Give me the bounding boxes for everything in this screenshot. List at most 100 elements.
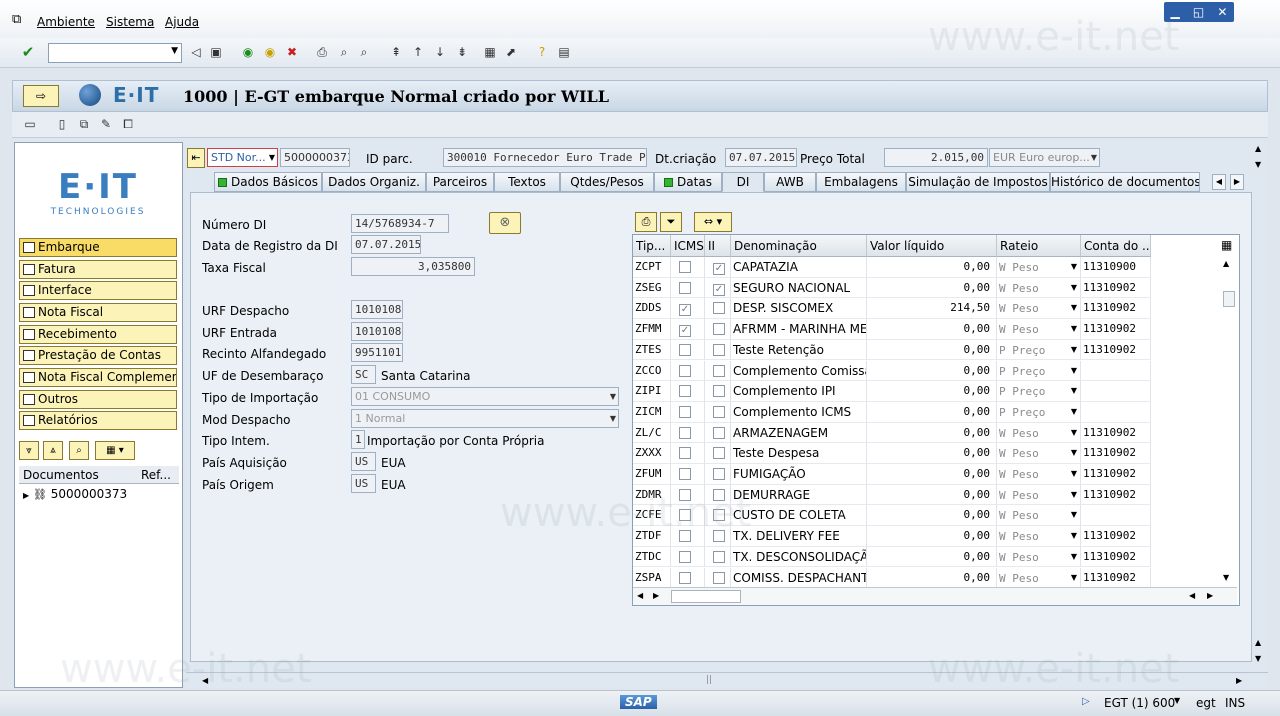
new-session-icon[interactable]: ▦ xyxy=(482,44,498,60)
status-toggle-icon[interactable]: ▷ xyxy=(1082,696,1090,707)
chevron-down-icon[interactable]: ▼ xyxy=(1071,505,1077,525)
new-document-icon[interactable]: ▯ xyxy=(54,116,70,132)
save-icon[interactable]: ▣ xyxy=(208,44,224,60)
cell-rateio[interactable]: W Peso ▼ xyxy=(997,546,1081,568)
nav-interface[interactable]: Interface xyxy=(19,281,177,300)
cell-tipo[interactable]: ZTES xyxy=(633,339,671,361)
cell-conta[interactable] xyxy=(1081,401,1151,423)
cell-conta[interactable]: 11310902 xyxy=(1081,339,1151,361)
grid-print-icon[interactable]: ⎙ xyxy=(635,212,657,232)
cell-ii[interactable] xyxy=(705,464,731,485)
tab-dados-basicos[interactable]: Dados Básicos xyxy=(214,172,322,192)
mod-despacho-select[interactable]: 1 Normal ▼ xyxy=(351,409,619,428)
back-arrow-icon[interactable]: ◁ xyxy=(188,44,204,60)
scroll-right-icon[interactable]: ▶ xyxy=(1207,591,1213,600)
cell-tipo[interactable]: ZL/C xyxy=(633,422,671,444)
chevron-down-icon[interactable]: ▼ xyxy=(1071,464,1077,484)
cell-denominacao[interactable]: FUMIGAÇÃO xyxy=(731,464,867,485)
app-menu-icon[interactable]: ⧉ xyxy=(12,12,21,27)
cell-denominacao[interactable]: SEGURO NACIONAL xyxy=(731,277,867,299)
cell-denominacao[interactable]: Teste Despesa xyxy=(731,443,867,464)
chevron-down-icon[interactable]: ▼ xyxy=(1071,278,1077,298)
menu-sistema[interactable]: Sistema xyxy=(106,15,154,29)
cell-valor-liquido[interactable]: 0,00 xyxy=(867,546,997,568)
scroll-thumb[interactable] xyxy=(1223,291,1235,307)
cell-valor-liquido[interactable]: 0,00 xyxy=(867,277,997,299)
cell-rateio[interactable]: W Peso ▼ xyxy=(997,484,1081,506)
main-hscroll[interactable]: ◀ || ▶ xyxy=(186,672,1268,688)
help-icon[interactable]: ? xyxy=(534,44,550,60)
icms-checkbox[interactable]: ✓ xyxy=(679,304,691,317)
header-toggle-icon[interactable]: ⇤ xyxy=(187,148,205,168)
cell-icms[interactable] xyxy=(671,277,705,299)
icms-checkbox[interactable] xyxy=(679,550,691,563)
cell-tipo[interactable]: ZCPT xyxy=(633,257,671,278)
ii-checkbox[interactable]: ✓ xyxy=(713,263,725,275)
icms-checkbox[interactable] xyxy=(679,261,691,273)
chevron-down-icon[interactable]: ▼ xyxy=(1174,696,1180,705)
cell-icms[interactable] xyxy=(671,257,705,278)
cell-valor-liquido[interactable]: 0,00 xyxy=(867,401,997,423)
grid-header-rateio[interactable]: Rateio xyxy=(997,235,1081,257)
cell-rateio[interactable]: P Preço ▼ xyxy=(997,401,1081,423)
cell-denominacao[interactable]: TX. DESCONSOLIDAÇÃO xyxy=(731,546,867,568)
ii-checkbox[interactable] xyxy=(713,550,725,563)
scroll-up-icon[interactable]: ▲ xyxy=(1255,144,1261,153)
cell-icms[interactable] xyxy=(671,422,705,444)
scroll-up-icon[interactable]: ▲ xyxy=(1255,638,1261,647)
cell-tipo[interactable]: ZXXX xyxy=(633,443,671,464)
chevron-down-icon[interactable]: ▼ xyxy=(1071,485,1077,505)
chevron-down-icon[interactable]: ▼ xyxy=(1071,340,1077,360)
icms-checkbox[interactable] xyxy=(679,509,691,522)
cell-ii[interactable]: ✓ xyxy=(705,277,731,299)
cell-rateio[interactable]: W Peso ▼ xyxy=(997,257,1081,278)
cell-rateio[interactable]: W Peso ▼ xyxy=(997,298,1081,320)
layout-menu-icon[interactable]: ▤ xyxy=(556,44,572,60)
clear-di-button[interactable]: ⊗ xyxy=(489,212,521,234)
ii-checkbox[interactable] xyxy=(713,405,725,418)
cell-tipo[interactable]: ZIPI xyxy=(633,381,671,402)
tab-qtdes-pesos[interactable]: Qtdes/Pesos xyxy=(560,172,654,192)
cell-tipo[interactable]: ZSEG xyxy=(633,277,671,299)
chevron-down-icon[interactable]: ▼ xyxy=(1071,361,1077,381)
grid-header-valor[interactable]: Valor líquido xyxy=(867,235,997,257)
cell-icms[interactable] xyxy=(671,526,705,547)
cell-denominacao[interactable]: TX. DELIVERY FEE xyxy=(731,526,867,547)
tab-scroll-right-icon[interactable]: ▶ xyxy=(1230,174,1244,190)
tipo-intem-field[interactable]: 1 xyxy=(351,430,365,449)
cell-ii[interactable] xyxy=(705,526,731,547)
icms-checkbox[interactable]: ✓ xyxy=(679,325,691,338)
ii-checkbox[interactable] xyxy=(713,364,725,377)
cell-tipo[interactable]: ZCFE xyxy=(633,505,671,527)
chevron-down-icon[interactable]: ▼ xyxy=(1071,381,1077,401)
cell-conta[interactable]: 11310902 xyxy=(1081,319,1151,340)
cell-ii[interactable] xyxy=(705,319,731,340)
tab-simulacao-impostos[interactable]: Simulação de Impostos xyxy=(906,172,1050,192)
grid-vscroll[interactable]: ▲ ▼ xyxy=(1221,257,1237,587)
cell-rateio[interactable]: W Peso ▼ xyxy=(997,443,1081,464)
cell-conta[interactable]: 11310902 xyxy=(1081,546,1151,568)
chevron-down-icon[interactable]: ▼ xyxy=(1071,526,1077,546)
ii-checkbox[interactable] xyxy=(713,302,725,315)
menu-ajuda[interactable]: Ajuda xyxy=(165,15,199,29)
cell-tipo[interactable]: ZFMM xyxy=(633,319,671,340)
cell-denominacao[interactable]: AFRMM - MARINHA MERC xyxy=(731,319,867,340)
cell-valor-liquido[interactable]: 0,00 xyxy=(867,464,997,485)
tab-datas[interactable]: Datas xyxy=(654,172,722,192)
scroll-left-icon[interactable]: ◀ xyxy=(202,676,208,685)
cell-conta[interactable]: 11310902 xyxy=(1081,484,1151,506)
cell-valor-liquido[interactable]: 0,00 xyxy=(867,381,997,402)
ii-checkbox[interactable]: ✓ xyxy=(713,283,725,296)
cell-valor-liquido[interactable]: 0,00 xyxy=(867,567,997,589)
cell-rateio[interactable]: W Peso ▼ xyxy=(997,505,1081,527)
urf-entrada-field[interactable]: 1010108 xyxy=(351,322,403,341)
cell-valor-liquido[interactable]: 0,00 xyxy=(867,257,997,278)
cell-icms[interactable] xyxy=(671,464,705,485)
grid-header-conta[interactable]: Conta do ... xyxy=(1081,235,1151,257)
find-next-icon[interactable]: ⌕ xyxy=(356,44,372,60)
uf-field[interactable]: SC xyxy=(351,365,376,384)
list-icon[interactable]: ▭ xyxy=(22,116,38,132)
cell-conta[interactable]: 11310902 xyxy=(1081,277,1151,299)
minimize-icon[interactable]: ▁ xyxy=(1171,5,1180,19)
chevron-down-icon[interactable]: ▼ xyxy=(1071,443,1077,463)
